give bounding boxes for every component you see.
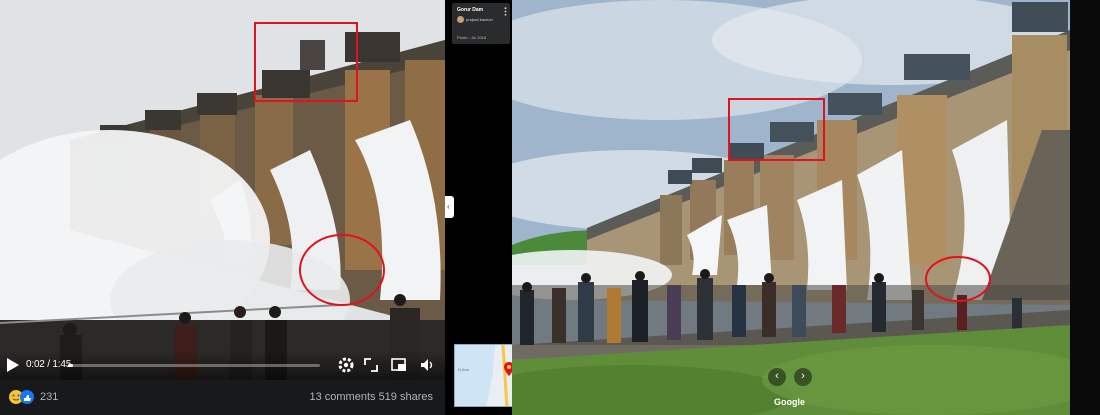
video-frame[interactable]	[0, 0, 445, 380]
next-photo-button[interactable]: ›	[794, 368, 812, 386]
picture-in-picture-icon[interactable]	[390, 356, 408, 374]
avatar[interactable]	[457, 16, 464, 23]
more-vert-icon[interactable]	[504, 7, 507, 16]
prev-photo-button[interactable]: ‹	[768, 368, 786, 386]
expand-icon[interactable]	[362, 356, 380, 374]
photo-date: Photo - Jul 2018	[457, 35, 487, 40]
reaction-icons[interactable]	[8, 389, 38, 405]
google-logo: Google	[774, 397, 805, 407]
play-icon[interactable]	[6, 357, 20, 373]
place-card[interactable]: Gorur Dam prajwal kashoh Photo - Jul 201…	[452, 3, 510, 44]
reactions-bar: 231 13 comments 519 shares	[0, 380, 445, 415]
minimap[interactable]: N Arm	[454, 344, 517, 407]
progress-bar[interactable]	[68, 364, 320, 367]
photo-author[interactable]: prajwal kashoh	[466, 17, 493, 22]
comments-shares[interactable]: 13 comments 519 shares	[309, 391, 433, 403]
video-player[interactable]: 0:02 / 1:45 231 13 comments 519 shares	[0, 0, 445, 415]
place-title[interactable]: Gorur Dam	[457, 7, 483, 13]
volume-icon[interactable]	[418, 356, 436, 374]
reaction-count[interactable]: 231	[40, 391, 58, 403]
minimap-label: N Arm	[458, 367, 470, 372]
street-view-panel[interactable]: ‹ › Google	[512, 0, 1070, 415]
chevron-right-icon: ›	[801, 370, 805, 382]
side-panel: Gorur Dam prajwal kashoh Photo - Jul 201…	[445, 0, 520, 415]
chevron-left-icon: ‹	[447, 202, 450, 211]
minimap-map	[455, 345, 516, 406]
collapse-panel-button[interactable]: ‹	[445, 196, 454, 218]
settings-icon[interactable]	[337, 356, 355, 374]
right-edge	[1070, 0, 1100, 415]
street-view-scene	[512, 0, 1070, 415]
video-time: 0:02 / 1:45	[26, 359, 72, 370]
chevron-left-icon: ‹	[775, 370, 779, 382]
video-controls: 0:02 / 1:45	[0, 350, 445, 380]
dam-video-scene	[0, 0, 445, 380]
progress-fill	[68, 364, 74, 367]
